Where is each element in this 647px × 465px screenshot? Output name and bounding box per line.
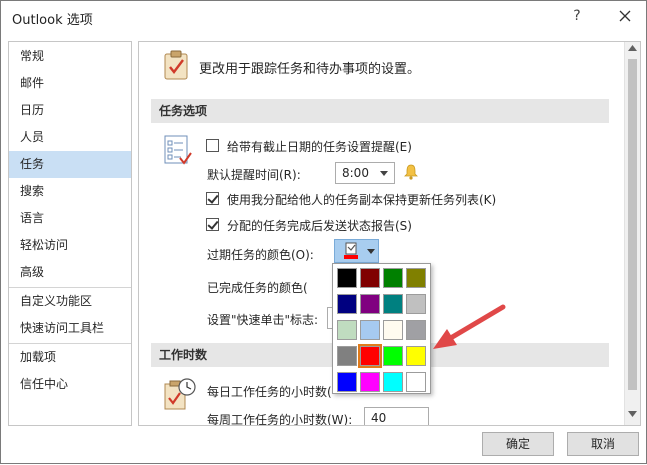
chevron-down-icon: [380, 171, 388, 176]
color-swatch[interactable]: [406, 294, 426, 314]
color-swatch[interactable]: [337, 346, 357, 366]
color-swatch[interactable]: [406, 320, 426, 340]
sidebar-item-calendar[interactable]: 日历: [9, 97, 131, 124]
sidebar-item-mail[interactable]: 邮件: [9, 70, 131, 97]
status-report-checkbox-label: 分配的任务完成后发送状态报告(S): [227, 219, 412, 233]
status-report-checkbox[interactable]: [206, 218, 219, 231]
close-button[interactable]: [613, 6, 637, 28]
color-swatch[interactable]: [406, 268, 426, 288]
sidebar-item-customize-ribbon[interactable]: 自定义功能区: [9, 288, 131, 315]
sidebar-item-tasks[interactable]: 任务: [9, 151, 131, 178]
help-button[interactable]: ?: [567, 8, 587, 28]
bell-icon: [404, 164, 418, 183]
color-palette-popup: [332, 263, 431, 394]
sidebar-item-general[interactable]: 常规: [9, 43, 131, 70]
color-swatch[interactable]: [406, 346, 426, 366]
ok-button[interactable]: 确定: [482, 432, 554, 456]
reminder-checkbox[interactable]: [206, 139, 219, 152]
clipboard-check-icon: [163, 50, 189, 83]
color-swatch[interactable]: [360, 372, 380, 392]
completed-color-label: 已完成任务的颜色(: [207, 281, 308, 295]
color-swatch-selected[interactable]: [358, 344, 382, 368]
color-swatch[interactable]: [337, 268, 357, 288]
keep-copy-checkbox[interactable]: [206, 192, 219, 205]
chevron-down-icon: [367, 249, 375, 254]
default-reminder-label: 默认提醒时间(R):: [207, 168, 301, 182]
sidebar-item-search[interactable]: 搜索: [9, 178, 131, 205]
sidebar-item-language[interactable]: 语言: [9, 205, 131, 232]
default-reminder-time-value: 8:00: [342, 166, 369, 180]
overdue-color-picker-button[interactable]: [334, 239, 379, 263]
color-swatch[interactable]: [383, 320, 403, 340]
sidebar-item-advanced[interactable]: 高级: [9, 259, 131, 286]
color-swatch[interactable]: [383, 346, 403, 366]
title-bar: Outlook 选项 ?: [1, 1, 646, 33]
color-swatch[interactable]: [360, 294, 380, 314]
outlook-options-dialog: Outlook 选项 ? 常规 邮件 日历 人员 任务 搜索 语言 轻松访问 高…: [0, 0, 647, 464]
color-swatch[interactable]: [337, 372, 357, 392]
font-color-icon: [343, 242, 359, 263]
scrollbar-thumb[interactable]: [628, 59, 637, 390]
sidebar-item-people[interactable]: 人员: [9, 124, 131, 151]
scroll-up-icon[interactable]: [628, 45, 637, 51]
task-list-icon: [163, 134, 193, 169]
color-swatch[interactable]: [383, 268, 403, 288]
color-swatch[interactable]: [337, 320, 357, 340]
close-icon: [619, 10, 631, 22]
cancel-button[interactable]: 取消: [567, 432, 639, 456]
color-swatch[interactable]: [360, 320, 380, 340]
color-swatch[interactable]: [337, 294, 357, 314]
weekly-hours-label: 每周工作任务的小时数(W):: [207, 413, 353, 426]
color-swatch[interactable]: [360, 268, 380, 288]
tasks-settings-panel: 更改用于跟踪任务和待办事项的设置。 任务选项 给带有截止日期的任务设置提醒(E)…: [138, 41, 641, 426]
overdue-color-label: 过期任务的颜色(O):: [207, 248, 314, 262]
sidebar-item-quick-access-toolbar[interactable]: 快速访问工具栏: [9, 315, 131, 342]
color-swatch[interactable]: [383, 372, 403, 392]
color-swatch[interactable]: [383, 294, 403, 314]
sidebar-item-accessibility[interactable]: 轻松访问: [9, 232, 131, 259]
vertical-scrollbar[interactable]: [624, 42, 640, 425]
sidebar-item-addins[interactable]: 加载项: [9, 344, 131, 371]
sidebar-item-trust-center[interactable]: 信任中心: [9, 371, 131, 398]
default-reminder-time-dropdown[interactable]: 8:00: [335, 162, 395, 184]
weekly-hours-stepper[interactable]: 40: [364, 407, 429, 425]
daily-hours-label: 每日工作任务的小时数(: [207, 385, 332, 399]
color-swatch[interactable]: [406, 372, 426, 392]
quick-click-label: 设置"快速单击"标志:: [207, 313, 319, 327]
window-title: Outlook 选项: [12, 13, 93, 28]
section-task-options: 任务选项: [151, 99, 609, 123]
keep-copy-checkbox-label: 使用我分配给他人的任务副本保持更新任务列表(K): [227, 193, 497, 207]
options-sidebar: 常规 邮件 日历 人员 任务 搜索 语言 轻松访问 高级 自定义功能区 快速访问…: [8, 41, 132, 426]
page-description: 更改用于跟踪任务和待办事项的设置。: [199, 62, 421, 77]
clock-task-icon: [163, 376, 197, 415]
scroll-down-icon[interactable]: [628, 411, 637, 417]
reminder-checkbox-label: 给带有截止日期的任务设置提醒(E): [227, 140, 412, 154]
weekly-hours-value: 40: [371, 411, 387, 425]
